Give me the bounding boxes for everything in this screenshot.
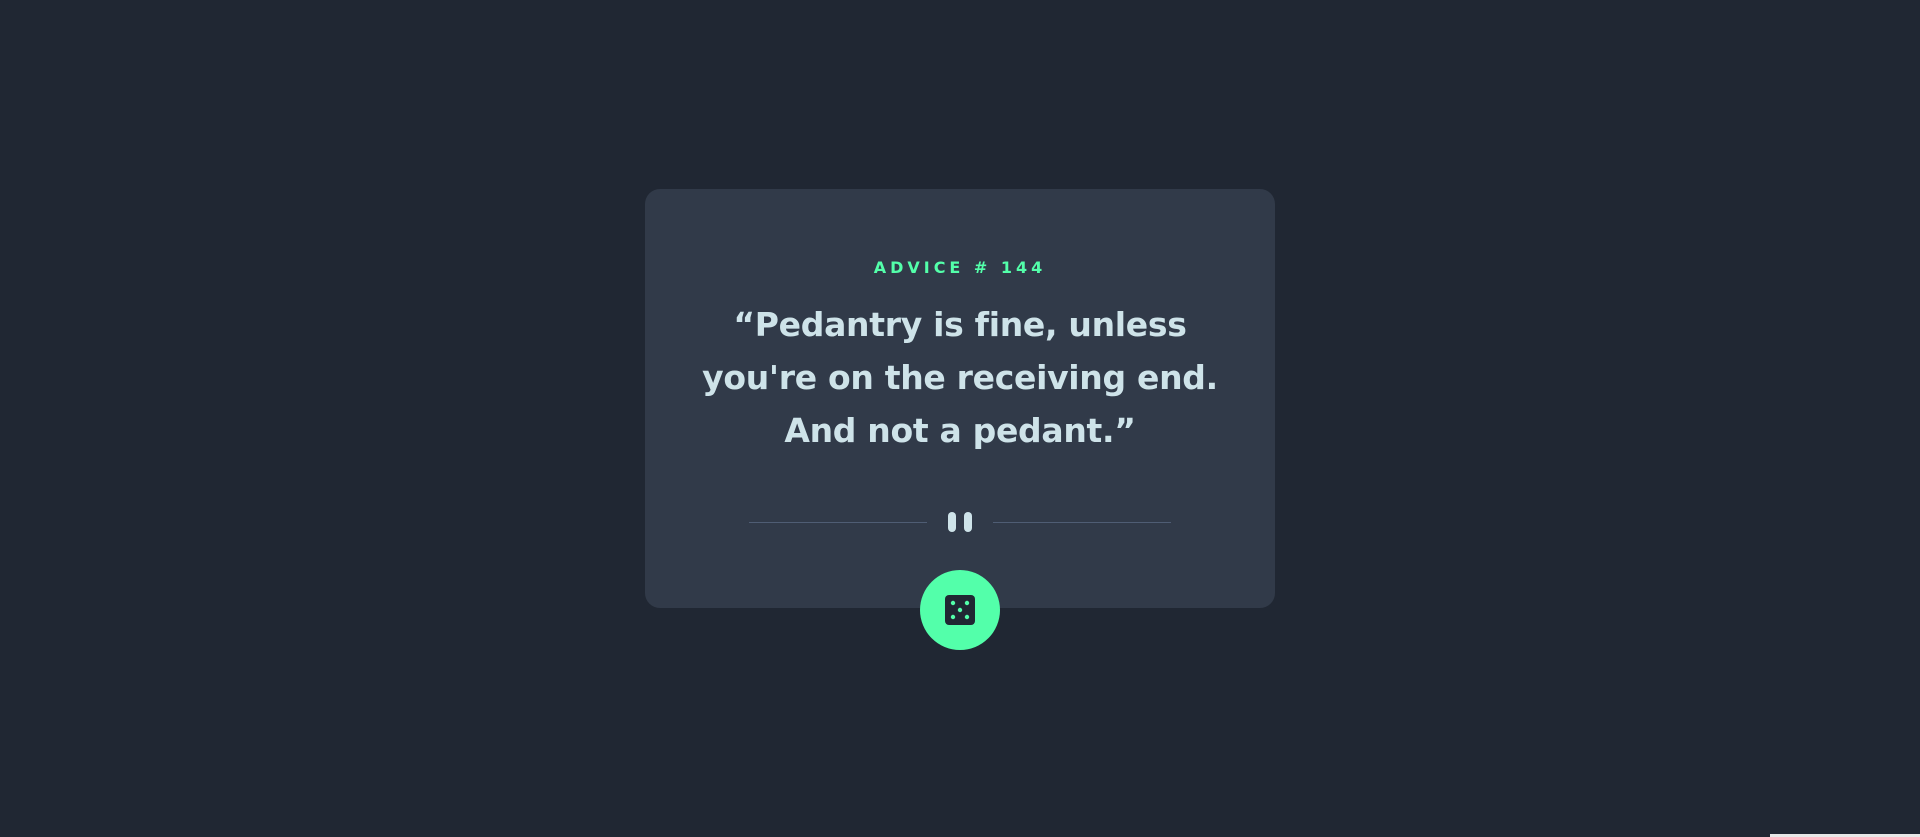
pattern-divider <box>749 512 1171 532</box>
divider-line-left <box>749 522 927 523</box>
advice-text: “Pedantry is fine, unless you're on the … <box>702 305 1218 450</box>
dice-icon <box>945 595 975 625</box>
advice-id: ADVICE # 144 <box>873 258 1047 277</box>
pause-icon <box>946 512 974 532</box>
advice-card: ADVICE # 144 “Pedantry is fine, unless y… <box>645 189 1275 608</box>
divider-line-right <box>993 522 1171 523</box>
generate-advice-button[interactable] <box>920 570 1000 650</box>
